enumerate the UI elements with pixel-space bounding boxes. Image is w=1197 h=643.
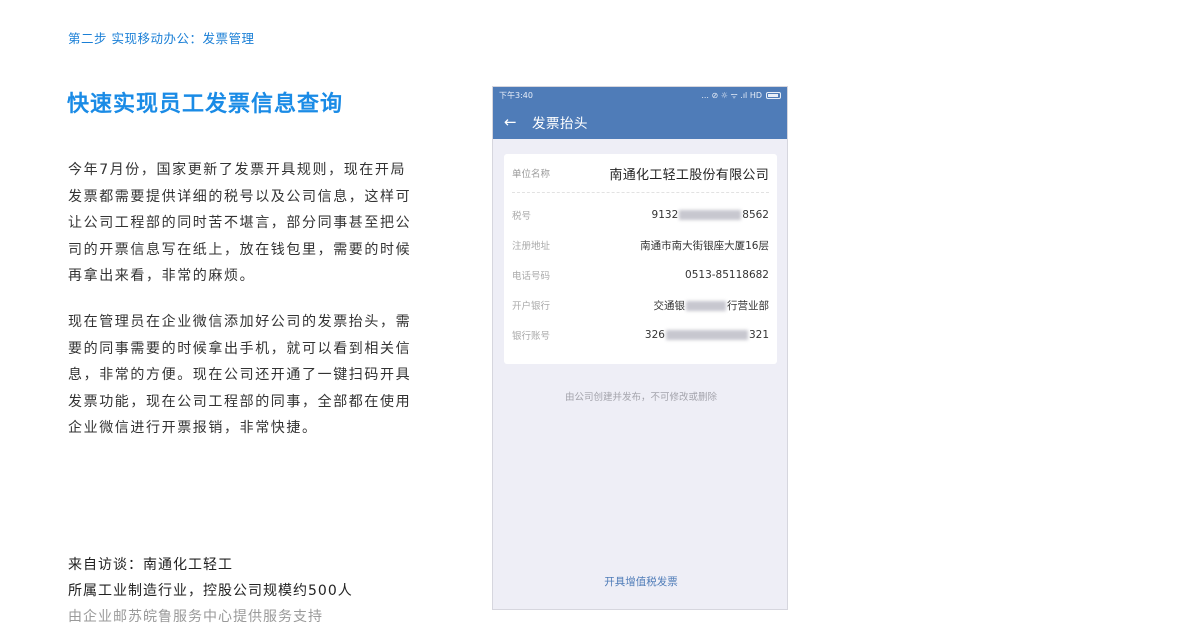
- paragraph-2: 现在管理员在企业微信添加好公司的发票抬头，需要的同事需要的时候拿出手机，就可以看…: [68, 314, 412, 436]
- card-divider: [512, 192, 769, 193]
- source-industry: 所属工业制造行业，控股公司规模约500人: [68, 583, 353, 599]
- source-support: 由企业邮苏皖鲁服务中心提供服务支持: [68, 609, 323, 625]
- field-label: 开户银行: [512, 301, 551, 312]
- field-label: 银行账号: [512, 331, 551, 342]
- field-value: 9132 8562: [652, 209, 769, 221]
- field-value: 326 321: [645, 329, 769, 341]
- field-bank: 开户银行 交通银 行营业部: [504, 295, 777, 315]
- redacted-blur: [686, 300, 726, 311]
- page: 第二步 实现移动办公：发票管理 快速实现员工发票信息查询 今年7月份，国家更新了…: [0, 0, 1197, 643]
- field-account: 银行账号 326 321: [504, 325, 777, 345]
- field-label: 注册地址: [512, 241, 551, 252]
- account-start: 326: [644, 329, 665, 341]
- status-bar: 下午3:40 ... ⊘ ☼ ᯤ .ıl HD: [493, 87, 787, 104]
- status-time: 下午3:40: [499, 91, 533, 100]
- field-phone: 电话号码 0513-85118682: [504, 265, 777, 285]
- readonly-note: 由公司创建并发布，不可修改或删除: [564, 392, 717, 403]
- redacted-blur: [665, 330, 748, 340]
- back-arrow-icon[interactable]: ←: [504, 113, 522, 131]
- field-address: 注册地址 南通市南大街银座大厦16层: [504, 235, 777, 255]
- battery-icon: [766, 92, 781, 99]
- source-info: 来自访谈：南通化工轻工 所属工业制造行业，控股公司规模约500人 由企业邮苏皖鲁…: [68, 552, 353, 630]
- app-bar: ← 发票抬头: [493, 104, 787, 139]
- company-name-row: 单位名称 南通化工轻工股份有限公司: [504, 154, 777, 192]
- bank-start: 交通银: [653, 299, 686, 312]
- app-bar-title: 发票抬头: [532, 115, 588, 132]
- headline: 快速实现员工发票信息查询: [67, 92, 344, 117]
- field-tax-id: 税号 9132 8562: [504, 205, 777, 225]
- company-name-label: 单位名称: [512, 169, 551, 180]
- source-interview: 来自访谈：南通化工轻工: [68, 557, 233, 573]
- step-label: 第二步 实现移动办公：发票管理: [68, 31, 255, 46]
- status-icons-glyphs: ... ⊘ ☼ ᯤ .ıl HD: [701, 91, 762, 100]
- field-label: 税号: [512, 211, 532, 222]
- phone-screenshot: 下午3:40 ... ⊘ ☼ ᯤ .ıl HD ← 发票抬头 单位名称 南通化工…: [492, 86, 788, 610]
- invoice-title-card: 单位名称 南通化工轻工股份有限公司 税号 9132 8562 注册地址 南通市南大…: [504, 154, 777, 364]
- bank-end: 行营业部: [727, 299, 769, 312]
- paragraph-1: 今年7月份，国家更新了发票开具规则，现在开局发票都需要提供详细的税号以及公司信息…: [68, 162, 412, 284]
- field-value: 0513-85118682: [685, 269, 769, 281]
- tax-id-end: 8562: [742, 209, 769, 221]
- status-icons: ... ⊘ ☼ ᯤ .ıl HD: [701, 90, 781, 101]
- issue-vat-invoice-link[interactable]: 开具增值税发票: [493, 574, 787, 589]
- field-value: 南通市南大街银座大厦16层: [640, 239, 769, 252]
- account-end: 321: [748, 329, 769, 341]
- field-label: 电话号码: [512, 271, 551, 282]
- company-name-value: 南通化工轻工股份有限公司: [609, 167, 769, 183]
- field-value: 交通银 行营业部: [654, 298, 770, 313]
- redacted-blur: [679, 210, 742, 220]
- tax-id-start: 9132: [651, 209, 679, 221]
